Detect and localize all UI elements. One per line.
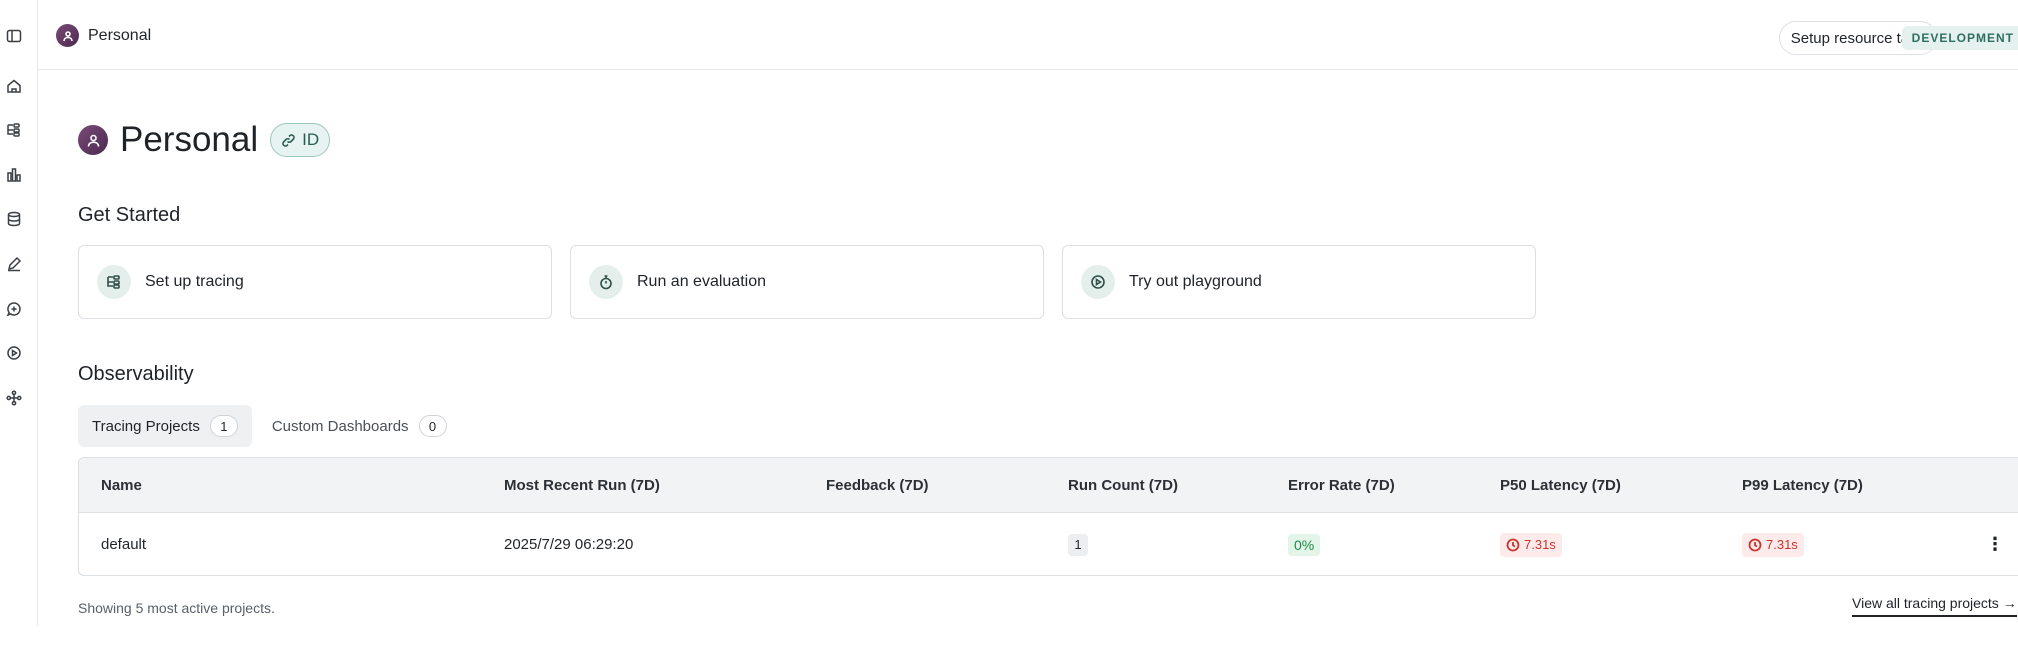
annotation-icon[interactable] [4,254,24,274]
column-header-error-rate[interactable]: Error Rate (7D) [1288,458,1395,512]
datasets-icon[interactable] [4,209,24,229]
tracing-icon [97,265,131,299]
play-circle-icon [1081,265,1115,299]
workspace-avatar-icon [56,24,79,47]
tab-tracing-projects[interactable]: Tracing Projects 1 [78,405,252,447]
home-icon[interactable] [4,76,24,96]
tab-count-badge: 0 [418,415,447,437]
page-title: Personal [120,120,259,159]
p50-latency-cell: 7.31s [1500,513,1562,575]
get-started-title: Get Started [78,204,181,226]
card-label: Set up tracing [145,273,244,290]
stopwatch-icon [589,265,623,299]
id-badge-label: ID [302,130,320,149]
setup-tracing-card[interactable]: Set up tracing [78,245,552,319]
top-bar: Personal Setup resource tags DEVELOPMENT [38,0,2018,70]
card-label: Try out playground [1129,273,1262,290]
column-header-most-recent-run[interactable]: Most Recent Run (7D) [504,458,660,512]
error-rate-cell: 0% [1288,513,1321,575]
tab-label: Custom Dashboards [271,417,409,435]
run-count-badge: 1 [1068,533,1088,556]
error-rate-badge: 0% [1288,533,1321,556]
latency-value: 7.31s [1766,537,1798,552]
column-header-run-count[interactable]: Run Count (7D) [1068,458,1178,512]
tab-label: Tracing Projects [92,417,200,435]
view-all-tracing-projects-link[interactable]: View all tracing projects → [1852,595,2017,617]
observability-tabs: Tracing Projects 1 Custom Dashboards 0 [78,405,461,447]
breadcrumb[interactable]: Personal [56,24,151,47]
projects-footer-note: Showing 5 most active projects. [78,600,275,616]
row-actions-cell: ⋮ [1986,513,2004,575]
tab-count-badge: 1 [209,415,238,437]
latency-value: 7.31s [1524,537,1556,552]
left-nav-rail [0,0,38,626]
clock-icon [1506,538,1520,551]
card-label: Run an evaluation [637,273,766,290]
tracing-icon[interactable] [4,120,24,140]
playground-icon[interactable] [4,343,24,363]
column-header-feedback[interactable]: Feedback (7D) [826,458,929,512]
table-row[interactable]: default 2025/7/29 06:29:20 1 0% 7.31s 7.… [79,513,2018,575]
page-header: Personal ID [78,120,331,160]
tracing-projects-table: Name Most Recent Run (7D) Feedback (7D) … [78,457,2018,576]
more-vertical-icon[interactable]: ⋮ [1986,534,2004,556]
deployments-icon[interactable] [4,388,24,408]
column-header-name[interactable]: Name [101,458,142,512]
column-header-p50-latency[interactable]: P50 Latency (7D) [1500,458,1621,512]
copy-id-button[interactable]: ID [270,123,331,157]
observability-title: Observability [78,363,194,385]
run-evaluation-card[interactable]: Run an evaluation [570,245,1044,319]
environment-badge: DEVELOPMENT [1901,26,2018,50]
column-header-p99-latency[interactable]: P99 Latency (7D) [1742,458,1863,512]
run-count-cell: 1 [1068,513,1088,575]
try-playground-card[interactable]: Try out playground [1062,245,1536,319]
workspace-avatar-icon [78,125,108,155]
project-name[interactable]: default [101,513,146,575]
link-icon [282,133,295,147]
monitoring-icon[interactable] [4,165,24,185]
p50-latency-badge: 7.31s [1500,532,1562,557]
most-recent-run: 2025/7/29 06:29:20 [504,536,634,553]
tab-custom-dashboards[interactable]: Custom Dashboards 0 [258,405,461,447]
p99-latency-cell: 7.31s [1742,513,1804,575]
clock-icon [1748,538,1762,551]
p99-latency-badge: 7.31s [1742,532,1804,557]
table-header-row: Name Most Recent Run (7D) Feedback (7D) … [79,458,2018,513]
sidebar-toggle-icon[interactable] [4,26,24,46]
prompts-icon[interactable] [4,299,24,319]
breadcrumb-workspace: Personal [88,26,152,44]
get-started-cards: Set up tracing Run an evaluation Try out… [78,245,1536,319]
